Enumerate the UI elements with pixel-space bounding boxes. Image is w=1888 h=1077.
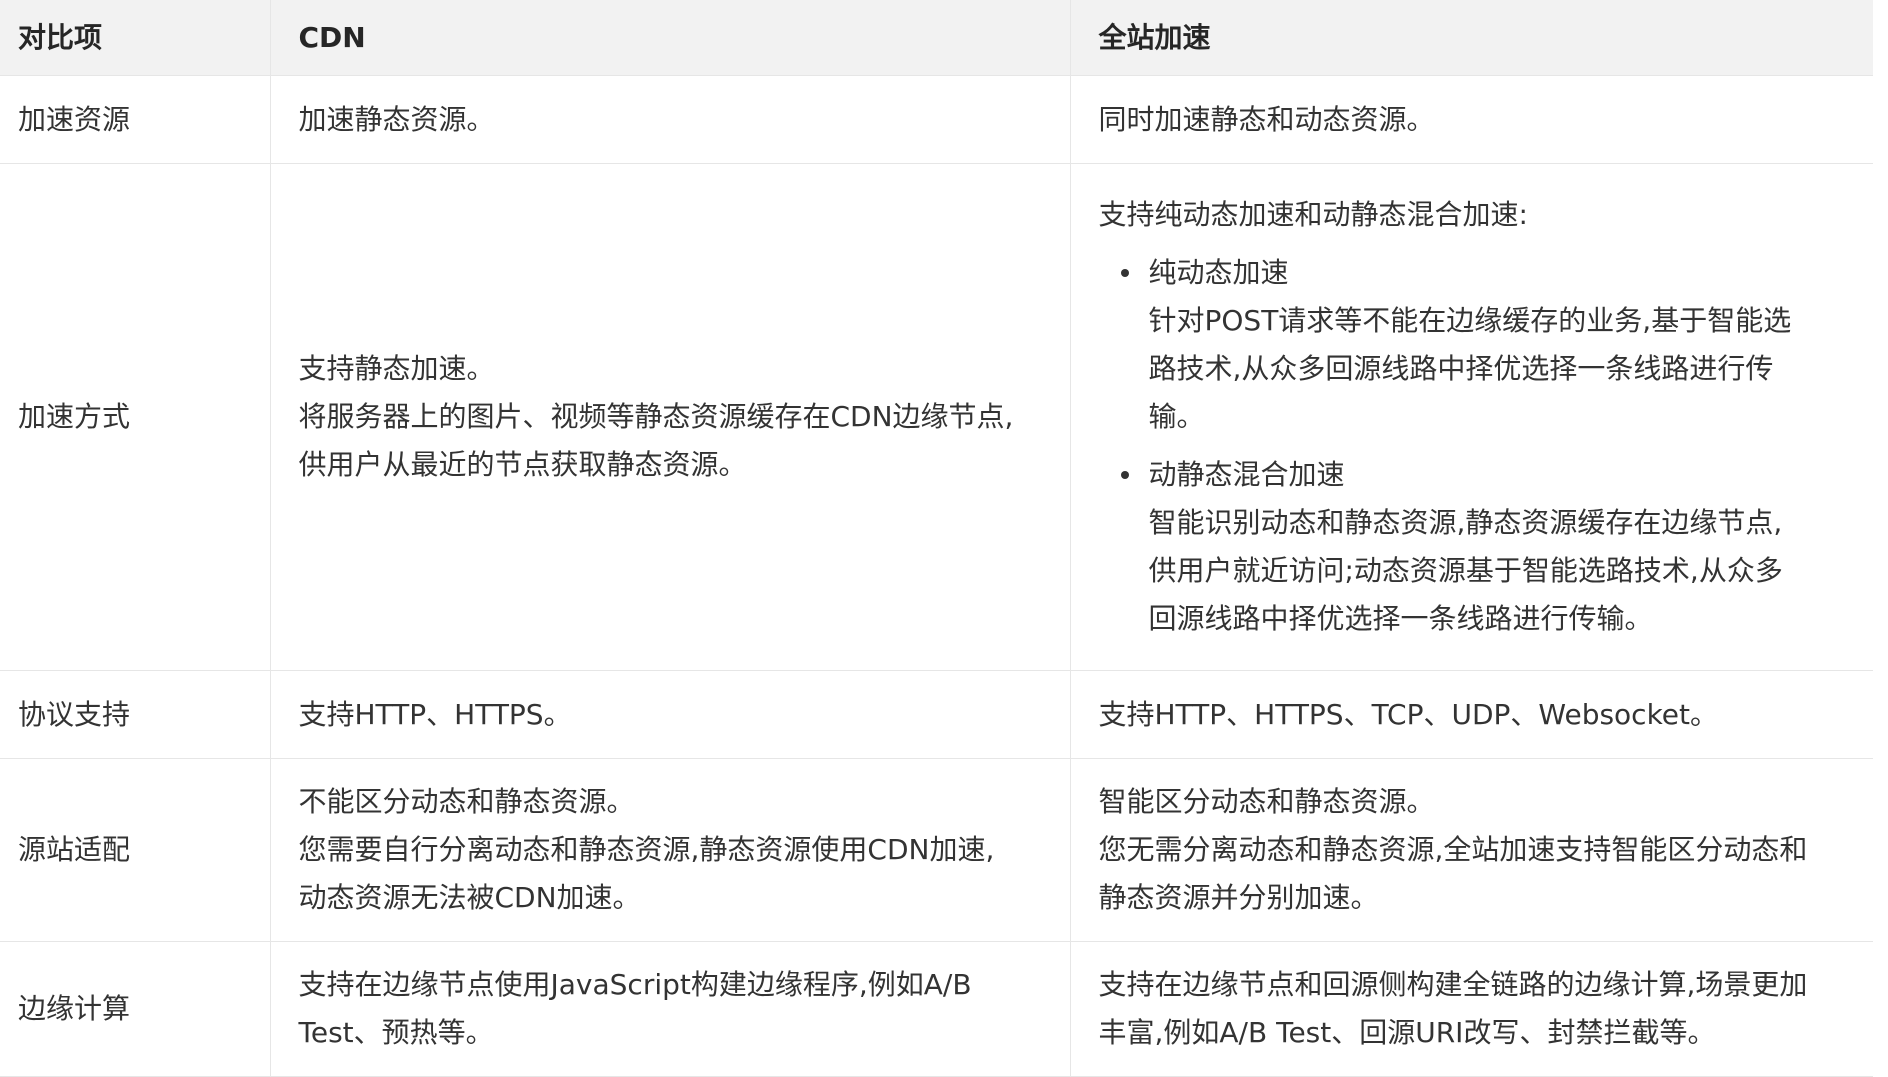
bullet-line: 路技术,从众多回源线路中择优选择一条线路进行传 <box>1148 352 1774 385</box>
row-label: 源站适配 <box>0 758 271 942</box>
table-row: 源站适配 不能区分动态和静态资源。 您需要自行分离动态和静态资源,静态资源使用C… <box>0 758 1873 942</box>
cell-line: 动态资源无法被CDN加速。 <box>298 881 641 914</box>
cell-line: 支持静态加速。 <box>298 352 495 385</box>
list-item: 动静态混合加速 智能识别动态和静态资源,静态资源缓存在边缘节点, 供用户就近访问… <box>1099 451 1856 643</box>
cell-line: 您需要自行分离动态和静态资源,静态资源使用CDN加速, <box>298 833 995 866</box>
cell-line: 静态资源并分别加速。 <box>1098 881 1379 914</box>
cell-line: 支持在边缘节点使用JavaScript构建边缘程序,例如A/B <box>298 968 972 1001</box>
cell-line: 支持在边缘节点和回源侧构建全链路的边缘计算,场景更加 <box>1098 968 1808 1001</box>
cdn-cell: 加速静态资源。 <box>270 75 1071 164</box>
bullet-title: 纯动态加速 <box>1148 256 1289 289</box>
table-row: 加速资源 加速静态资源。 同时加速静态和动态资源。 <box>0 75 1873 164</box>
header-cdn: CDN <box>270 0 1071 76</box>
list-item: 纯动态加速 针对POST请求等不能在边缘缓存的业务,基于智能选 路技术,从众多回… <box>1099 249 1856 441</box>
table-row: 加速方式 支持静态加速。 将服务器上的图片、视频等静态资源缓存在CDN边缘节点,… <box>0 163 1873 671</box>
cell-line: 将服务器上的图片、视频等静态资源缓存在CDN边缘节点, <box>298 400 1014 433</box>
bullet-line: 回源线路中择优选择一条线路进行传输。 <box>1148 602 1653 635</box>
dcdn-cell: 支持HTTP、HTTPS、TCP、UDP、Websocket。 <box>1070 670 1873 759</box>
row-label: 协议支持 <box>0 670 271 759</box>
row-label: 加速资源 <box>0 75 271 164</box>
table-row: 边缘计算 支持在边缘节点使用JavaScript构建边缘程序,例如A/B Tes… <box>0 941 1873 1077</box>
row-label: 边缘计算 <box>0 941 271 1077</box>
bullet-title: 动静态混合加速 <box>1148 458 1345 491</box>
bullet-line: 供用户就近访问;动态资源基于智能选路技术,从众多 <box>1148 554 1783 587</box>
bullet-line: 输。 <box>1148 400 1205 433</box>
comparison-table: 对比项 CDN 全站加速 加速资源 加速静态资源。 同时加速静态和动态资源。 加… <box>0 0 1873 1077</box>
cdn-cell: 支持HTTP、HTTPS。 <box>270 670 1071 759</box>
bullet-line: 针对POST请求等不能在边缘缓存的业务,基于智能选 <box>1148 304 1792 337</box>
cell-line: 不能区分动态和静态资源。 <box>298 785 635 818</box>
cell-line: 丰富,例如A/B Test、回源URI改写、封禁拦截等。 <box>1098 1016 1716 1049</box>
row-label: 加速方式 <box>0 163 271 671</box>
dcdn-cell: 同时加速静态和动态资源。 <box>1070 75 1873 164</box>
method-intro: 支持纯动态加速和动静态混合加速: <box>1098 198 1528 231</box>
cell-line: 供用户从最近的节点获取静态资源。 <box>298 448 747 481</box>
cell-line: 您无需分离动态和静态资源,全站加速支持智能区分动态和 <box>1098 833 1808 866</box>
header-item: 对比项 <box>0 0 271 76</box>
cdn-cell: 支持在边缘节点使用JavaScript构建边缘程序,例如A/B Test、预热等… <box>270 941 1071 1077</box>
cell-line: 智能区分动态和静态资源。 <box>1098 785 1435 818</box>
dcdn-cell: 支持在边缘节点和回源侧构建全链路的边缘计算,场景更加 丰富,例如A/B Test… <box>1070 941 1873 1077</box>
bullet-dot-icon <box>1120 471 1129 479</box>
dcdn-cell: 智能区分动态和静态资源。 您无需分离动态和静态资源,全站加速支持智能区分动态和 … <box>1070 758 1873 942</box>
bullet-line: 智能识别动态和静态资源,静态资源缓存在边缘节点, <box>1148 506 1783 539</box>
cell-line: Test、预热等。 <box>298 1016 494 1049</box>
table-row: 协议支持 支持HTTP、HTTPS。 支持HTTP、HTTPS、TCP、UDP、… <box>0 670 1873 759</box>
bullet-dot-icon <box>1120 269 1129 277</box>
method-bullet-list: 纯动态加速 针对POST请求等不能在边缘缓存的业务,基于智能选 路技术,从众多回… <box>1099 249 1856 643</box>
dcdn-cell: 支持纯动态加速和动静态混合加速: 纯动态加速 针对POST请求等不能在边缘缓存的… <box>1070 163 1873 671</box>
cdn-cell: 支持静态加速。 将服务器上的图片、视频等静态资源缓存在CDN边缘节点, 供用户从… <box>270 163 1071 671</box>
header-dcdn: 全站加速 <box>1070 0 1873 76</box>
cdn-cell: 不能区分动态和静态资源。 您需要自行分离动态和静态资源,静态资源使用CDN加速,… <box>270 758 1071 942</box>
table-header-row: 对比项 CDN 全站加速 <box>0 0 1873 76</box>
